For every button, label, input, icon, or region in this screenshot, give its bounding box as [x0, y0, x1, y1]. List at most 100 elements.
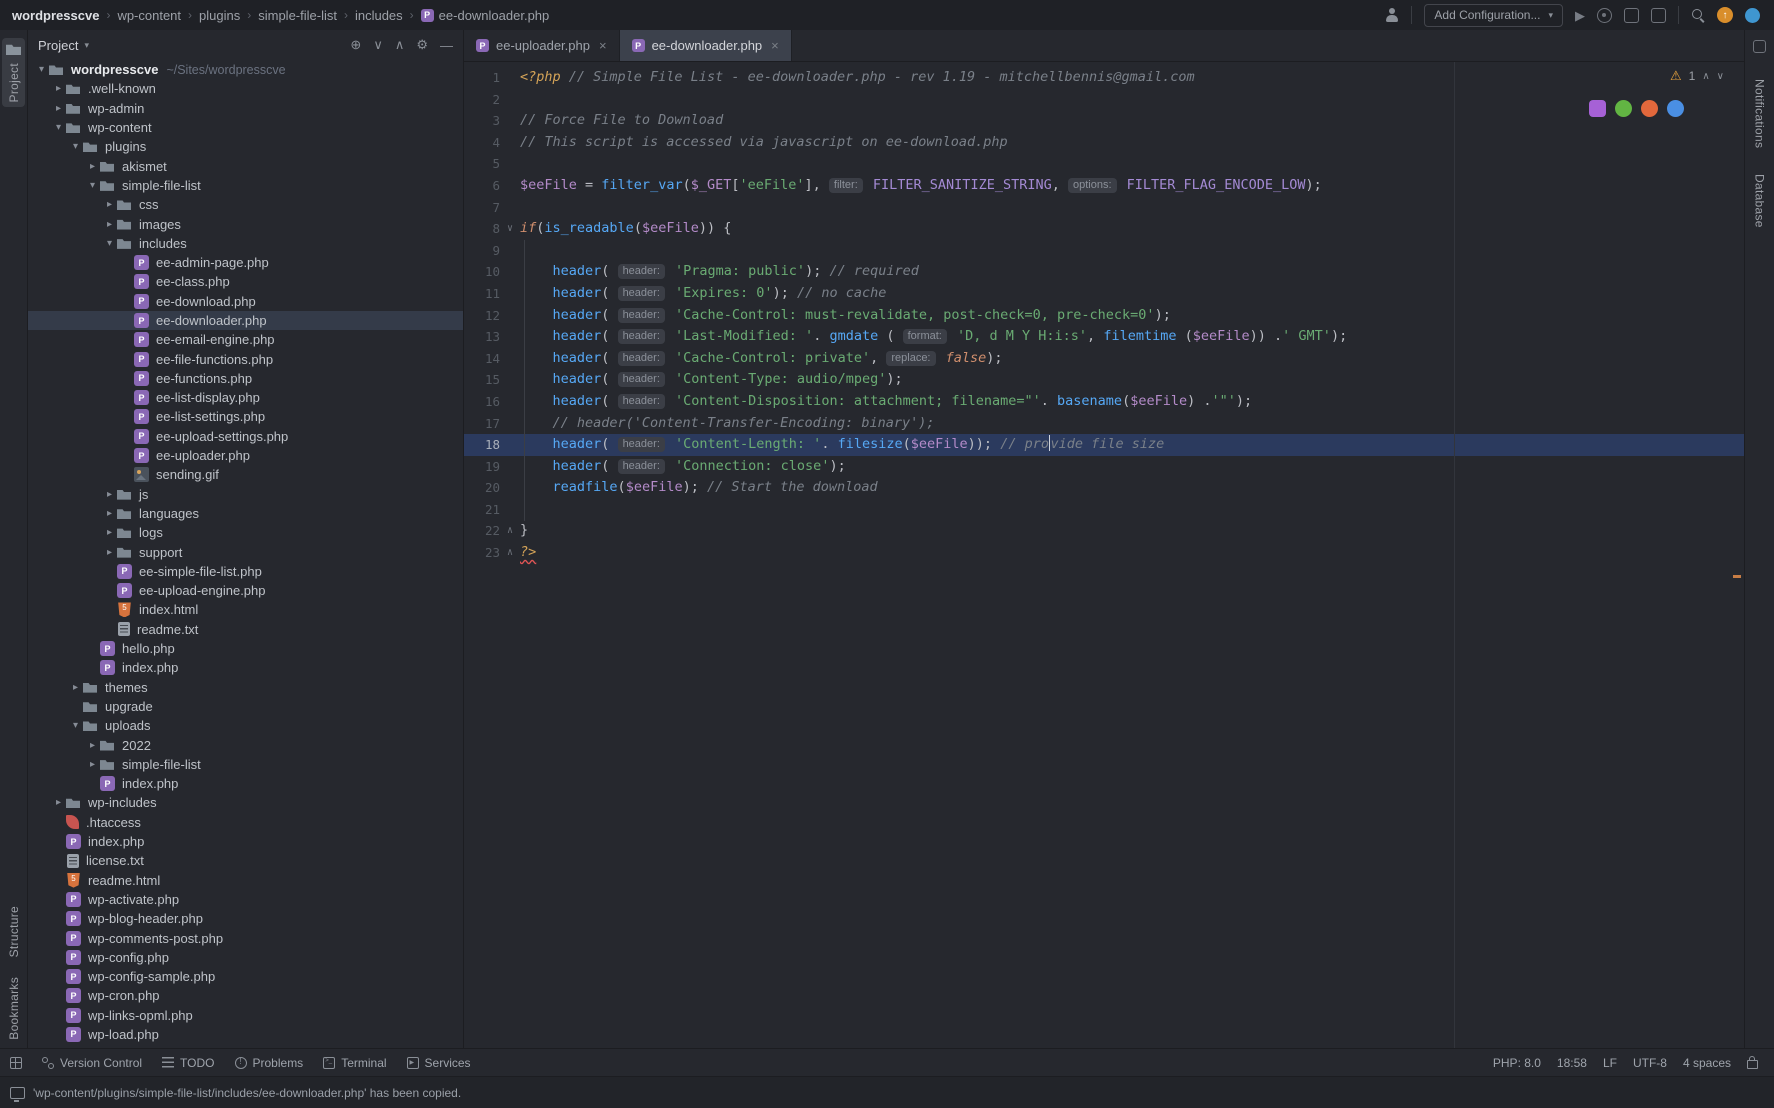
tree-item[interactable]: wp-activate.php — [28, 890, 463, 909]
breadcrumb-item[interactable]: wordpresscve — [12, 8, 99, 23]
tree-item[interactable]: ▸themes — [28, 678, 463, 697]
tree-item[interactable]: wp-config-sample.php — [28, 967, 463, 986]
chevron-down-icon[interactable]: ▾ — [68, 720, 83, 731]
tree-item[interactable]: ee-class.php — [28, 272, 463, 291]
tree-item[interactable]: wp-links-opml.php — [28, 1006, 463, 1025]
code-line[interactable]: } — [520, 520, 1732, 542]
profiler-icon[interactable] — [1651, 8, 1666, 23]
code-with-me-icon[interactable] — [1745, 8, 1760, 23]
tree-item[interactable]: ▸languages — [28, 504, 463, 523]
chevron-right-icon[interactable]: ▸ — [51, 797, 66, 808]
select-opened-file-icon[interactable]: ⊕ — [350, 37, 361, 53]
code-line[interactable]: header( header: 'Content-Disposition: at… — [520, 391, 1732, 413]
tree-item[interactable]: ▾wp-content — [28, 118, 463, 137]
code-editor[interactable]: 12345678∨910111213141516171819202122∧23∧… — [464, 62, 1744, 1048]
code-line[interactable]: ?> — [520, 542, 1732, 564]
status-value[interactable]: 4 spaces — [1683, 1056, 1731, 1070]
status-item-problems[interactable]: Problems — [235, 1056, 304, 1070]
code-area[interactable]: <?php // Simple File List - ee-downloade… — [520, 67, 1732, 564]
tree-item[interactable]: ▸wp-includes — [28, 793, 463, 812]
tree-item[interactable]: wp-comments-post.php — [28, 928, 463, 947]
tree-item[interactable]: ▾uploads — [28, 716, 463, 735]
chevron-right-icon[interactable]: ▸ — [102, 508, 117, 519]
tree-item[interactable]: index.html — [28, 600, 463, 619]
prev-problem-icon[interactable]: ∧ — [1702, 71, 1709, 82]
code-line[interactable] — [520, 240, 1732, 262]
tree-item[interactable]: ▸support — [28, 542, 463, 561]
chevron-right-icon[interactable]: ▸ — [85, 759, 100, 770]
code-line[interactable]: // header('Content-Transfer-Encoding: bi… — [520, 413, 1732, 435]
code-line[interactable]: $eeFile = filter_var($_GET['eeFile'], fi… — [520, 175, 1732, 197]
expand-all-icon[interactable]: ∨ — [373, 37, 383, 53]
coverage-icon[interactable] — [1624, 8, 1639, 23]
debug-icon[interactable] — [1597, 8, 1612, 23]
code-line[interactable]: header( header: 'Cache-Control: private'… — [520, 348, 1732, 370]
project-tool-window-button[interactable]: Project — [2, 38, 25, 107]
breadcrumb-item[interactable]: plugins — [199, 8, 240, 23]
tree-item[interactable]: ▾simple-file-list — [28, 176, 463, 195]
status-item-todo[interactable]: TODO — [162, 1056, 214, 1070]
breadcrumb-item[interactable]: wp-content — [117, 8, 181, 23]
chevron-right-icon[interactable]: ▸ — [102, 199, 117, 210]
tree-item[interactable]: ▸wp-admin — [28, 99, 463, 118]
code-line[interactable]: header( header: 'Pragma: public'); // re… — [520, 261, 1732, 283]
status-value[interactable]: PHP: 8.0 — [1493, 1056, 1541, 1070]
chevron-right-icon[interactable]: ▸ — [102, 547, 117, 558]
tree-item[interactable]: license.txt — [28, 851, 463, 870]
editor-tab[interactable]: ee-uploader.php× — [464, 30, 620, 61]
status-value[interactable]: UTF-8 — [1633, 1056, 1667, 1070]
code-line[interactable]: if(is_readable($eeFile)) { — [520, 218, 1732, 240]
chevron-right-icon[interactable]: ▸ — [102, 219, 117, 230]
tree-item[interactable]: upgrade — [28, 697, 463, 716]
chevron-down-icon[interactable]: ▾ — [34, 64, 49, 75]
breadcrumb-item[interactable]: includes — [355, 8, 403, 23]
tree-item[interactable]: ee-admin-page.php — [28, 253, 463, 272]
code-line[interactable]: header( header: 'Expires: 0'); // no cac… — [520, 283, 1732, 305]
chevron-down-icon[interactable]: ▾ — [85, 180, 100, 191]
code-line[interactable]: header( header: 'Content-Length: '. file… — [520, 434, 1732, 456]
tree-item[interactable]: hello.php — [28, 639, 463, 658]
status-item-services[interactable]: Services — [407, 1056, 471, 1070]
hide-panel-icon[interactable]: — — [440, 38, 453, 53]
tree-item[interactable]: ▸logs — [28, 523, 463, 542]
code-line[interactable]: readfile($eeFile); // Start the download — [520, 477, 1732, 499]
user-account-icon[interactable] — [1385, 8, 1399, 22]
status-item-vcs[interactable]: Version Control — [42, 1056, 142, 1070]
fold-icon[interactable]: ∧ — [500, 520, 520, 542]
code-line[interactable] — [520, 197, 1732, 219]
code-line[interactable]: header( header: 'Connection: close'); — [520, 456, 1732, 478]
tree-item[interactable]: ▸.well-known — [28, 79, 463, 98]
code-line[interactable]: // This script is accessed via javascrip… — [520, 132, 1732, 154]
tree-item[interactable]: ee-list-settings.php — [28, 407, 463, 426]
tree-item[interactable]: ▸2022 — [28, 735, 463, 754]
builtin-preview-icon[interactable] — [1589, 100, 1606, 117]
tool-strip-label-structure[interactable]: Structure — [7, 906, 21, 957]
tree-item[interactable]: index.php — [28, 832, 463, 851]
tree-item[interactable]: ▸akismet — [28, 156, 463, 175]
status-value[interactable]: LF — [1603, 1056, 1617, 1070]
tree-item[interactable]: wp-blog-header.php — [28, 909, 463, 928]
chevron-right-icon[interactable]: ▸ — [85, 161, 100, 172]
tree-item[interactable]: index.php — [28, 658, 463, 677]
run-icon[interactable]: ▶ — [1575, 9, 1585, 22]
tree-item[interactable]: ee-upload-settings.php — [28, 427, 463, 446]
tree-item[interactable]: ▸simple-file-list — [28, 755, 463, 774]
tree-item[interactable]: ▸js — [28, 485, 463, 504]
chevron-down-icon[interactable]: ▾ — [68, 141, 83, 152]
tool-strip-label-database[interactable]: Database — [1753, 174, 1767, 228]
tree-item[interactable]: ee-list-display.php — [28, 388, 463, 407]
tree-item[interactable]: ee-email-engine.php — [28, 330, 463, 349]
chrome-icon[interactable] — [1615, 100, 1632, 117]
chevron-right-icon[interactable]: ▸ — [51, 83, 66, 94]
status-item-terminal[interactable]: Terminal — [323, 1056, 386, 1070]
tool-window-switcher-icon[interactable] — [10, 1057, 22, 1069]
gear-icon[interactable]: ⚙ — [416, 37, 428, 53]
code-line[interactable]: header( header: 'Content-Type: audio/mpe… — [520, 369, 1732, 391]
code-line[interactable] — [520, 89, 1732, 111]
tree-item[interactable]: ▾plugins — [28, 137, 463, 156]
tree-item[interactable]: ▸images — [28, 214, 463, 233]
tree-item[interactable]: .htaccess — [28, 813, 463, 832]
close-icon[interactable]: × — [771, 38, 779, 53]
fold-icon[interactable]: ∧ — [500, 542, 520, 564]
collapse-all-icon[interactable]: ∧ — [395, 37, 405, 53]
